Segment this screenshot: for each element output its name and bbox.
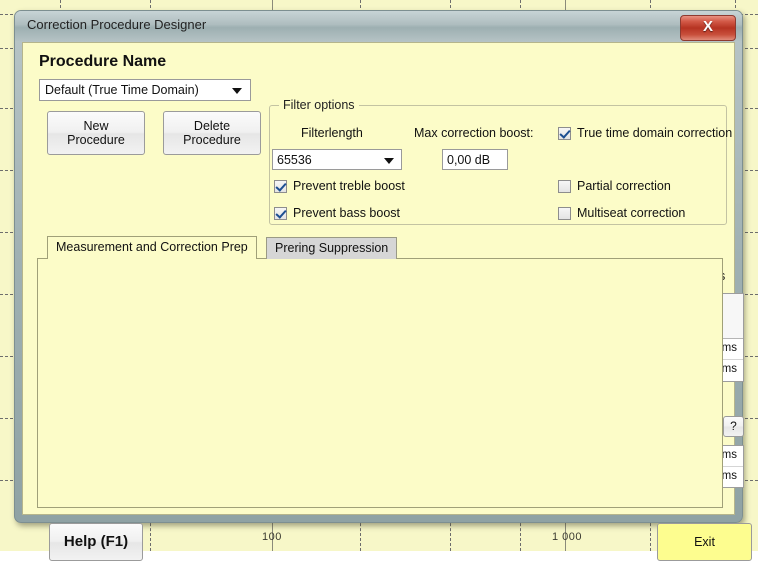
chevron-down-icon bbox=[232, 88, 242, 94]
dialog-window: Correction Procedure Designer X Procedur… bbox=[14, 10, 752, 561]
checkbox-prevent-bass-boost[interactable]: Prevent bass boost bbox=[274, 206, 400, 220]
new-procedure-button[interactable]: New Procedure bbox=[47, 111, 145, 155]
x-axis-tick-label: 100 bbox=[262, 531, 282, 543]
filter-options-legend: Filter options bbox=[279, 98, 359, 112]
window-title: Correction Procedure Designer bbox=[27, 17, 207, 32]
new-procedure-label-line2: Procedure bbox=[67, 133, 125, 147]
page-title: Procedure Name bbox=[39, 53, 167, 70]
question-mark-icon: ? bbox=[730, 418, 737, 433]
checkbox-partial-correction[interactable]: Partial correction bbox=[558, 179, 671, 193]
max-correction-boost-input[interactable]: 0,00 dB bbox=[442, 149, 508, 170]
checkbox-multiseat-correction[interactable]: Multiseat correction bbox=[558, 206, 685, 220]
checkbox-icon bbox=[558, 179, 571, 193]
help-button[interactable]: Help (F1) bbox=[49, 523, 143, 561]
checkbox-label: Partial correction bbox=[577, 179, 671, 193]
checkbox-prevent-treble-boost[interactable]: Prevent treble boost bbox=[274, 179, 405, 193]
x-axis-tick-label: 1 000 bbox=[552, 531, 583, 543]
close-button[interactable]: X bbox=[680, 15, 736, 41]
help-question-button[interactable]: ? bbox=[723, 416, 744, 437]
close-icon: X bbox=[702, 18, 713, 35]
checkbox-label: True time domain correction bbox=[577, 126, 733, 140]
checkbox-icon bbox=[558, 206, 571, 220]
filterlength-value: 65536 bbox=[277, 153, 312, 167]
max-correction-boost-label: Max correction boost: bbox=[414, 126, 534, 140]
new-procedure-label-line1: New bbox=[83, 118, 109, 133]
tab-panel bbox=[37, 258, 723, 508]
checkbox-icon bbox=[558, 126, 571, 140]
exit-button-label: Exit bbox=[694, 534, 715, 549]
checkbox-icon bbox=[274, 179, 287, 193]
filterlength-label: Filterlength bbox=[301, 126, 363, 140]
tab-measurement-and-correction-prep[interactable]: Measurement and Correction Prep bbox=[47, 236, 257, 259]
tab-prering-suppression[interactable]: Prering Suppression bbox=[266, 237, 398, 259]
delete-procedure-label-line2: Procedure bbox=[183, 133, 241, 147]
delete-procedure-button[interactable]: Delete Procedure bbox=[163, 111, 261, 155]
checkbox-label: Prevent bass boost bbox=[293, 206, 401, 220]
checkbox-true-time-domain-correction[interactable]: True time domain correction bbox=[558, 126, 732, 140]
delete-procedure-label-line1: Delete bbox=[193, 118, 231, 133]
title-bar[interactable]: Correction Procedure Designer X bbox=[15, 11, 742, 41]
procedure-name-dropdown[interactable]: Default (True Time Domain) bbox=[39, 79, 251, 101]
help-button-label: Help (F1) bbox=[63, 533, 129, 551]
max-correction-boost-value: 0,00 dB bbox=[447, 153, 491, 167]
procedure-name-value: Default (True Time Domain) bbox=[45, 83, 199, 97]
checkbox-icon bbox=[274, 206, 287, 220]
checkbox-label: Prevent treble boost bbox=[293, 179, 405, 193]
exit-button[interactable]: Exit bbox=[657, 523, 752, 561]
chevron-down-icon bbox=[384, 158, 394, 164]
checkbox-label: Multiseat correction bbox=[577, 206, 686, 220]
filterlength-dropdown[interactable]: 65536 bbox=[272, 149, 402, 170]
dialog-client-area: Procedure Name Default (True Time Domain… bbox=[22, 42, 752, 561]
